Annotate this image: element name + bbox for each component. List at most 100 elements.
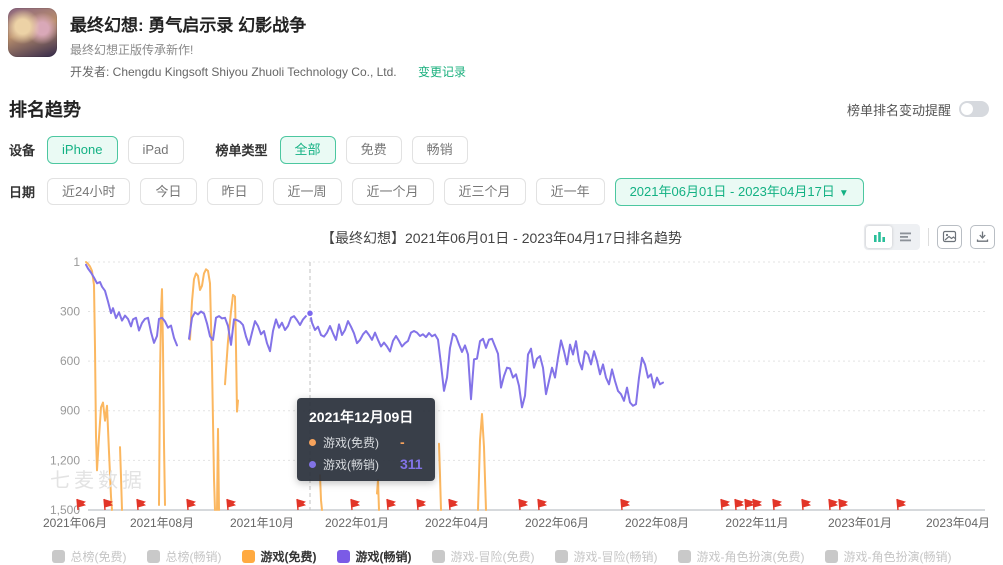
change-log-link[interactable]: 变更记录 — [418, 65, 466, 79]
legend-label: 游戏-冒险(畅销) — [573, 549, 658, 564]
download-data-button[interactable] — [970, 224, 995, 249]
x-axis-tick: 2021年06月 — [43, 516, 107, 530]
tooltip-date: 2021年12月09日 — [309, 408, 414, 425]
legend-swatch — [554, 549, 568, 563]
legend-label: 游戏-角色扮演(畅销) — [843, 549, 952, 564]
date-option-button[interactable]: 近一个月 — [351, 177, 434, 206]
legend-item[interactable]: 总榜(畅销) — [146, 548, 222, 565]
event-flag-icon[interactable] — [801, 498, 811, 510]
caret-down-icon: ▼ — [838, 187, 849, 199]
y-axis-tick: 1 — [73, 255, 80, 269]
x-axis-tick: 2021年08月 — [130, 516, 194, 530]
event-flag-icon[interactable] — [448, 498, 458, 510]
event-flag-icon[interactable] — [896, 498, 906, 510]
date-range-value: 2021年06月01日 - 2023年04月17日 — [629, 183, 835, 199]
event-flag-icon[interactable] — [226, 498, 236, 510]
event-flag-icon[interactable] — [772, 498, 782, 510]
date-option-button[interactable]: 近24小时 — [47, 177, 131, 206]
event-flag-icon[interactable] — [76, 498, 86, 510]
toolbar-divider — [928, 227, 929, 246]
date-filter-label: 日期 — [9, 185, 36, 201]
legend-item[interactable]: 总榜(免费) — [51, 548, 127, 565]
x-axis-tick: 2022年06月 — [525, 516, 589, 530]
rank-trend-card: 【最终幻想】2021年06月01日 - 2023年04月17日排名趋势 1 30… — [0, 223, 1003, 565]
x-axis-tick: 2021年10月 — [230, 516, 294, 530]
list-type-option-button[interactable]: 免费 — [345, 136, 402, 164]
event-flag-icon[interactable] — [296, 498, 306, 510]
page-title: 排名趋势 — [9, 100, 81, 120]
purple-dot-icon — [309, 460, 316, 468]
chart-tooltip: 2021年12月09日 游戏(免费) - 游戏(畅销) 311 — [297, 397, 435, 481]
legend-label: 游戏(免费) — [260, 549, 317, 564]
rank-trend-chart[interactable]: 1 300 600 900 1,200 1,5002021年06月 2021年08月 2021… — [30, 252, 1003, 542]
legend-item[interactable]: 游戏-冒险(免费) — [431, 548, 535, 565]
tooltip-row-free: 游戏(免费) - — [309, 434, 423, 451]
event-flag-icon[interactable] — [518, 498, 528, 510]
device-option-button[interactable]: iPhone — [47, 136, 118, 164]
legend-swatch — [336, 549, 350, 563]
date-range-button[interactable]: 2021年06月01日 - 2023年04月17日 ▼ — [614, 177, 864, 206]
legend-item[interactable]: 游戏-冒险(畅销) — [554, 548, 658, 565]
date-option-button[interactable]: 近一年 — [535, 177, 605, 206]
chart-toolbar — [864, 223, 995, 250]
list-type-options-group: 全部 免费 畅销 — [279, 136, 478, 164]
date-option-button[interactable]: 近一周 — [272, 177, 342, 206]
app-developer: 开发者: Chengdu Kingsoft Shiyou Zhuoli Tech… — [70, 63, 466, 80]
list-type-option-button[interactable]: 全部 — [279, 136, 336, 164]
legend-label: 游戏-角色扮演(免费) — [696, 549, 805, 564]
y-axis-tick: 300 — [60, 304, 80, 318]
app-header: 最终幻想: 勇气启示录 幻影战争 最终幻想正版传承新作! 开发者: Chengd… — [0, 0, 1003, 80]
list-type-option-button[interactable]: 畅销 — [411, 136, 468, 164]
legend-item[interactable]: 游戏(免费) — [241, 548, 317, 565]
y-axis-tick: 1,200 — [50, 453, 80, 467]
chart-area: 1 300 600 900 1,200 1,500 2021年06月 2021年08月 2021… — [0, 252, 1003, 542]
bar-chart-view-button[interactable] — [866, 225, 892, 248]
rank-alert-label: 榜单排名变动提醒 — [846, 102, 951, 118]
app-icon — [8, 8, 57, 57]
rank-alert-toggle[interactable] — [959, 101, 989, 117]
table-view-button[interactable] — [892, 226, 918, 248]
toggle-knob — [961, 103, 973, 115]
legend-label: 游戏-冒险(免费) — [450, 549, 535, 564]
date-option-button[interactable]: 今日 — [140, 177, 197, 206]
legend-swatch — [146, 549, 160, 563]
download-icon — [976, 231, 989, 242]
x-axis-tick: 2023年04月 — [926, 516, 990, 530]
image-icon — [942, 230, 957, 243]
date-option-button[interactable]: 近三个月 — [443, 177, 526, 206]
event-flag-icon[interactable] — [720, 498, 730, 510]
event-flag-icon[interactable] — [136, 498, 146, 510]
event-flag-icon[interactable] — [828, 498, 838, 510]
legend-label: 游戏(畅销) — [355, 549, 412, 564]
y-axis-tick: 900 — [60, 403, 80, 417]
legend-item[interactable]: 游戏-角色扮演(畅销) — [824, 548, 952, 565]
tooltip-value-grossing: 311 — [400, 456, 423, 473]
chart-title: 【最终幻想】2021年06月01日 - 2023年04月17日排名趋势 — [320, 229, 683, 246]
tooltip-row-grossing: 游戏(畅销) 311 — [309, 456, 423, 473]
date-option-button[interactable]: 昨日 — [206, 177, 263, 206]
date-options-group: 近24小时 今日 昨日 近一周 近一个月 近三个月 近一年 — [47, 177, 615, 206]
event-flag-icon[interactable] — [186, 498, 196, 510]
bar-chart-icon — [873, 232, 885, 243]
event-flag-icon[interactable] — [838, 498, 848, 510]
event-flag-icon[interactable] — [734, 498, 744, 510]
event-flag-icon[interactable] — [537, 498, 547, 510]
y-axis-tick: 1,500 — [50, 503, 80, 517]
event-flag-icon[interactable] — [350, 498, 360, 510]
event-flag-icon[interactable] — [620, 498, 630, 510]
legend-item[interactable]: 游戏-角色扮演(免费) — [677, 548, 805, 565]
export-image-button[interactable] — [937, 224, 962, 249]
legend-swatch — [241, 549, 255, 563]
legend-item[interactable]: 游戏(畅销) — [336, 548, 412, 565]
chart-legend: 总榜(免费) 总榜(畅销) 游戏(免费) 游戏(畅销) 游戏-冒险(免费) 游戏-冒险(畅… — [0, 548, 1003, 565]
device-option-button[interactable]: iPad — [127, 136, 184, 164]
x-axis-tick: 2022年11月 — [725, 516, 788, 530]
orange-dot-icon — [309, 438, 316, 446]
x-axis-tick: 2022年08月 — [625, 516, 689, 530]
tooltip-label-grossing: 游戏(畅销) — [323, 457, 379, 472]
legend-label: 总榜(免费) — [70, 549, 127, 564]
event-flag-icon[interactable] — [386, 498, 396, 510]
event-flag-icon[interactable] — [752, 498, 762, 510]
legend-swatch — [824, 549, 838, 563]
event-flag-icon[interactable] — [416, 498, 426, 510]
